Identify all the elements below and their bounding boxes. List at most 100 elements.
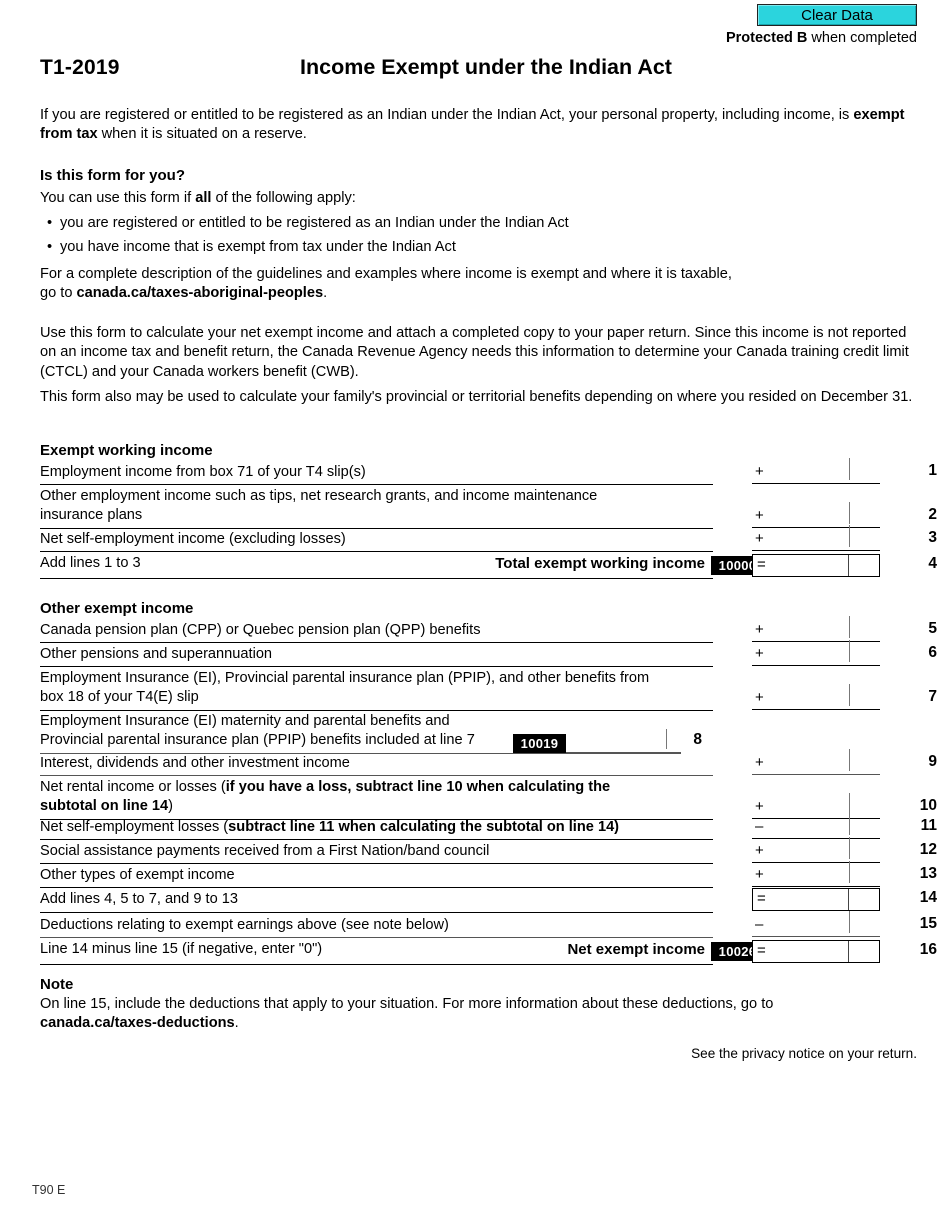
protected-b-suffix: when completed (807, 30, 917, 46)
note-period: . (234, 1015, 239, 1032)
row-label: Net rental income or losses (if you have… (40, 778, 713, 817)
row-rule (40, 937, 713, 938)
amount-rule (752, 550, 880, 551)
row-rule (40, 912, 713, 913)
line-number: 13 (919, 865, 937, 882)
line-number: 3 (928, 529, 937, 546)
amount-field-line-9[interactable]: + (752, 749, 880, 775)
cents-divider (849, 458, 850, 480)
line-number: 15 (919, 915, 937, 932)
operator-sign: + (755, 798, 764, 815)
amount-field-line-10[interactable]: + (752, 793, 880, 819)
operator-sign: + (755, 842, 764, 859)
line-number: 12 (919, 841, 937, 858)
cents-divider (848, 889, 849, 910)
row-label: Net self-employment income (excluding lo… (40, 531, 346, 547)
amount-field-line-2[interactable]: + (752, 502, 880, 528)
row-label-line-1-plain: Net rental income or losses ( (40, 779, 226, 795)
form-code-footer: T90 E (32, 1183, 66, 1197)
line-number: 16 (919, 941, 937, 958)
row-label: Canada pension plan (CPP) or Quebec pens… (40, 622, 481, 638)
row-label: Other employment income such as tips, ne… (40, 487, 713, 526)
note-url[interactable]: canada.ca/taxes-deductions (40, 1015, 235, 1031)
line-number: 8 (693, 731, 702, 748)
row-label-line-2: insurance plans (40, 507, 143, 524)
cents-divider (848, 555, 849, 576)
amount-rule (752, 838, 880, 839)
amount-field-line-14[interactable]: = (752, 888, 880, 911)
line-number: 4 (928, 555, 937, 572)
net-exempt-income-caption: Net exempt income (567, 941, 705, 958)
cents-divider (849, 813, 850, 835)
amount-field-line-6[interactable]: + (752, 640, 880, 666)
cents-divider (849, 616, 850, 638)
cents-divider (849, 684, 850, 706)
cents-divider (848, 941, 849, 962)
cents-divider (849, 525, 850, 547)
intro-p1-part1: If you are registered or entitled to be … (40, 107, 854, 123)
line-number: 11 (920, 817, 937, 834)
operator-sign: – (755, 818, 764, 835)
row-label: Interest, dividends and other investment… (40, 755, 350, 771)
cents-divider (849, 749, 850, 771)
amount-field-line-16[interactable]: = (752, 940, 880, 963)
privacy-notice: See the privacy notice on your return. (691, 1046, 917, 1061)
bullet-1-text: you are registered or entitled to be reg… (60, 215, 569, 231)
guidelines-url[interactable]: canada.ca/taxes-aboriginal-peoples (77, 285, 324, 301)
guidelines-period: . (323, 285, 328, 302)
row-label-line-1: Employment Insurance (EI), Provincial pa… (40, 670, 650, 686)
row-rule (40, 551, 713, 552)
operator-sign: + (755, 507, 764, 524)
amount-rule (752, 774, 880, 775)
row-label-line-1: Employment Insurance (EI) maternity and … (40, 713, 450, 729)
row-label: Add lines 4, 5 to 7, and 9 to 13 (40, 891, 238, 907)
amount-field-line-5[interactable]: + (752, 616, 880, 642)
protected-b-label: Protected B (725, 30, 808, 46)
operator-sign: = (757, 942, 766, 959)
amount-field-line-7[interactable]: + (752, 684, 880, 710)
code-box-10019: 10019 (513, 734, 566, 753)
clear-data-button[interactable]: Clear Data (757, 4, 917, 26)
form-page: Clear Data Protected B when completed T1… (0, 0, 950, 1230)
operator-sign: + (755, 754, 764, 771)
row-rule (40, 839, 713, 840)
row-label: Other pensions and superannuation (40, 646, 273, 662)
total-exempt-working-income-caption: Total exempt working income (495, 555, 705, 572)
amount-field-line-1[interactable]: + (752, 458, 880, 484)
row-label: Employment Insurance (EI), Provincial pa… (40, 669, 713, 708)
amount-field-line-12[interactable]: + (752, 837, 880, 863)
amount-field-line-3[interactable]: + (752, 525, 880, 551)
cents-divider (849, 502, 850, 524)
operator-sign: + (755, 689, 764, 706)
cents-divider (849, 793, 850, 815)
row-rule (40, 578, 713, 579)
row-label-line-2: box 18 of your T4(E) slip (40, 689, 199, 706)
heading-is-this-form-for-you: Is this form for you? (40, 167, 186, 184)
line-number: 10 (919, 797, 937, 814)
line-number: 2 (928, 506, 937, 523)
protected-b-notice: Protected B when completed (726, 30, 917, 46)
row-label: Deductions relating to exempt earnings a… (40, 917, 449, 933)
amount-field-line-4[interactable]: = (752, 554, 880, 577)
row-label-line-1-bold: if you have a loss, subtract line 10 whe… (225, 779, 611, 795)
amount-rule (752, 709, 880, 710)
cents-divider (849, 640, 850, 662)
operator-sign: + (755, 463, 764, 480)
amount-rule (752, 641, 880, 642)
family-benefits-paragraph: This form also may be used to calculate … (40, 389, 913, 405)
bullet-2-text: you have income that is exempt from tax … (60, 239, 456, 255)
row-label-line-2-plain: ) (168, 798, 173, 815)
use-if-bold: all (195, 190, 212, 206)
note-line-1: On line 15, include the deductions that … (40, 996, 774, 1012)
operator-sign: – (755, 916, 764, 933)
use-form-paragraph: Use this form to calculate your net exem… (40, 325, 909, 380)
bullet-item-1: • you are registered or entitled to be re… (47, 214, 907, 233)
line-number: 7 (928, 688, 937, 705)
amount-field-line-13[interactable]: + (752, 861, 880, 887)
row-rule (40, 710, 713, 711)
amount-field-line-11[interactable]: – (752, 813, 880, 839)
row-rule (40, 642, 713, 643)
amount-field-line-15[interactable]: – (752, 911, 880, 937)
amount-rule (752, 527, 880, 528)
row-label-line-2-bold: subtotal on line 14 (40, 798, 169, 815)
